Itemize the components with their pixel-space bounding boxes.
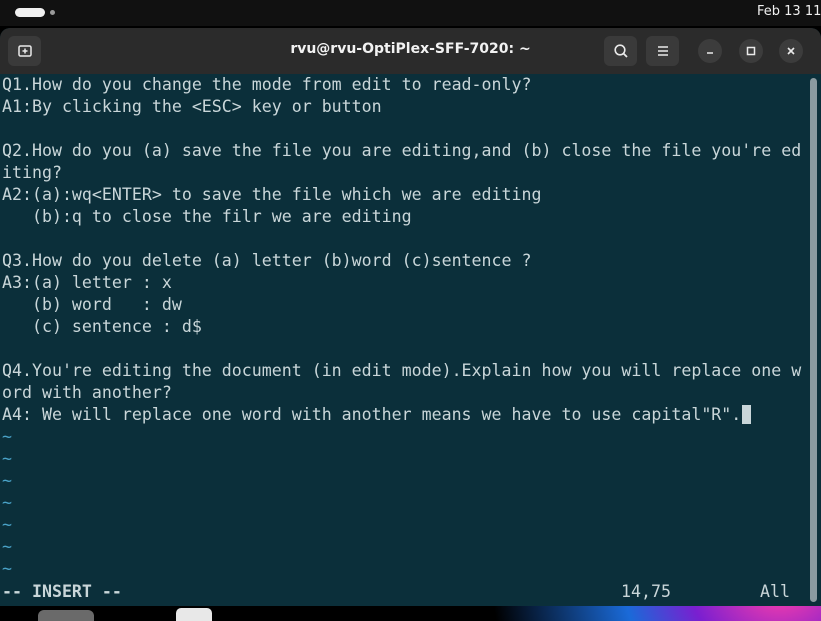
text-line: (c) sentence : d$ [2, 317, 202, 336]
search-icon [613, 44, 628, 58]
terminal-window: rvu@rvu-OptiPlex-SFF-7020: ~ Q1.How do y… [0, 28, 821, 606]
text-cursor [742, 405, 752, 424]
text-line: Q4.You're editing the document (in edit … [2, 361, 802, 380]
empty-line-tilde: ~ [2, 493, 12, 512]
text-line: (b) word : dw [2, 295, 182, 314]
text-line: ord with another? [2, 383, 172, 402]
close-button[interactable] [779, 39, 803, 63]
empty-line-tilde: ~ [2, 471, 12, 490]
text-line: Q3.How do you delete (a) letter (b)word … [2, 251, 532, 270]
text-line-content: A4: We will replace one word with anothe… [2, 405, 742, 424]
text-line: A2:(a):wq<ENTER> to save the file which … [2, 185, 542, 204]
dock-item[interactable] [176, 608, 212, 621]
empty-line-tilde: ~ [2, 559, 12, 578]
empty-line-tilde: ~ [2, 537, 12, 556]
scrollbar-thumb[interactable] [810, 78, 817, 602]
cursor-position: 14,75 [621, 582, 671, 601]
desktop: Feb 13 11 rvu@rvu-OptiPlex-SFF-7020: ~ Q… [0, 0, 821, 621]
text-line: A1:By clicking the <ESC> key or button [2, 97, 382, 116]
scroll-position: All [760, 582, 790, 601]
maximize-icon [746, 46, 756, 56]
minimize-icon [707, 52, 713, 54]
dock-item[interactable] [38, 610, 94, 621]
minimize-button[interactable] [698, 39, 722, 63]
scrollbar[interactable] [806, 74, 821, 606]
hamburger-menu-icon [657, 46, 668, 56]
text-line: (b):q to close the filr we are editing [2, 207, 412, 226]
title-bar[interactable]: rvu@rvu-OptiPlex-SFF-7020: ~ [0, 28, 821, 74]
text-line: Q2.How do you (a) save the file you are … [2, 141, 802, 160]
workspace-indicator-inactive[interactable] [50, 10, 55, 15]
system-top-bar: Feb 13 11 [0, 0, 821, 26]
terminal-text-area[interactable]: Q1.How do you change the mode from edit … [0, 74, 806, 606]
text-line: Q1.How do you change the mode from edit … [2, 75, 532, 94]
search-button[interactable] [604, 36, 637, 66]
empty-line-tilde: ~ [2, 515, 12, 534]
text-line: iting? [2, 163, 62, 182]
empty-line-tilde: ~ [2, 449, 12, 468]
vim-mode-indicator: -- INSERT -- [2, 582, 122, 601]
text-line-current: A4: We will replace one word with anothe… [2, 404, 752, 426]
system-clock[interactable]: Feb 13 11 [757, 4, 821, 19]
text-line: A3:(a) letter : x [2, 273, 172, 292]
maximize-button[interactable] [739, 39, 763, 63]
empty-line-tilde: ~ [2, 427, 12, 446]
close-icon [787, 47, 795, 55]
menu-button[interactable] [646, 36, 679, 66]
workspace-indicator-active[interactable] [15, 8, 45, 17]
